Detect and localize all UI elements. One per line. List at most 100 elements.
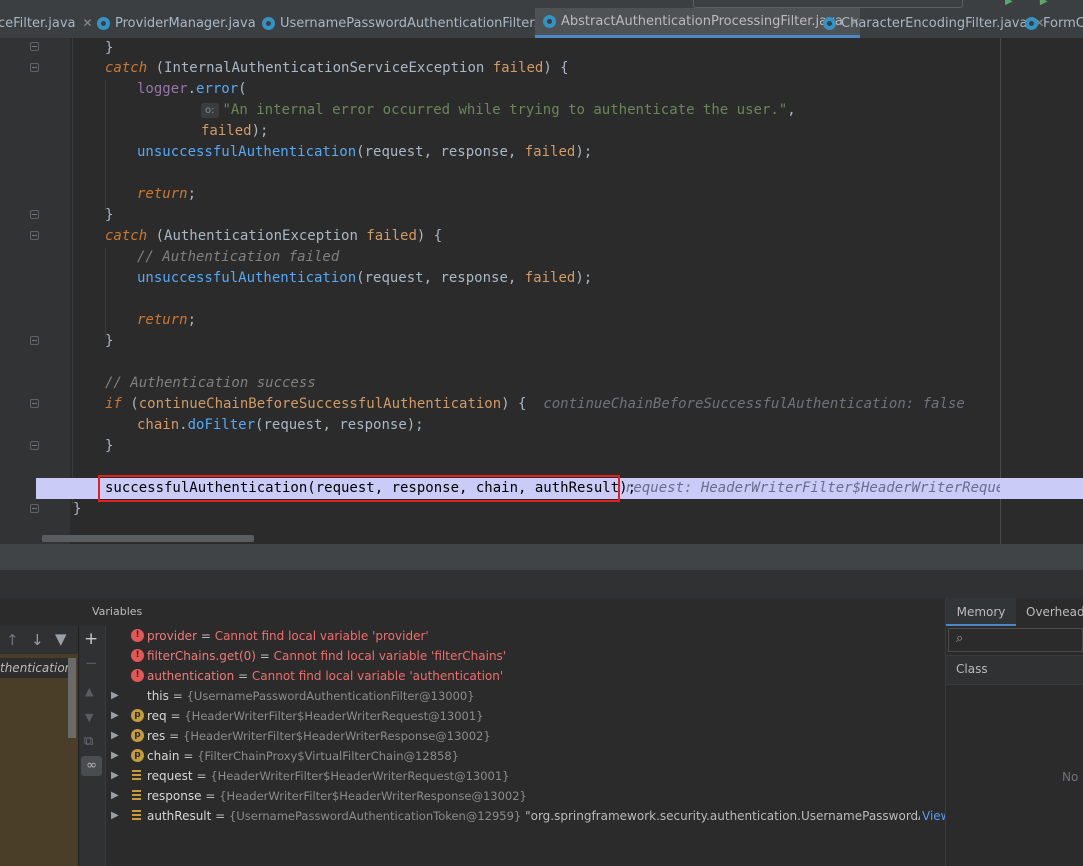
code-line: } [105,205,113,226]
code-token: failed [492,60,544,76]
expand-arrow-icon[interactable]: ▶ [111,726,119,746]
expand-arrow-icon[interactable]: ▶ [111,786,119,806]
code-token: catch [105,228,148,244]
fold-marker[interactable] [30,63,39,72]
code-token: } [73,501,82,517]
class-column-header[interactable]: Class [946,655,1083,685]
code-token: failed [524,270,576,286]
code-line: catch (InternalAuthenticationServiceExce… [105,58,569,79]
fold-marker[interactable] [30,231,39,240]
variables-tree[interactable]: ! provider = Cannot find local variable … [105,626,945,866]
view-link[interactable]: View [920,806,945,826]
fold-marker[interactable] [30,504,39,513]
tab-memory[interactable]: Memory [946,598,1016,626]
parameter-icon: p [131,749,144,762]
code-token: ); [575,270,593,286]
expand-arrow-icon[interactable]: ▶ [111,746,119,766]
code-line: if (continueChainBeforeSuccessfulAuthent… [105,394,965,415]
code-line: // Authentication success [105,373,316,394]
code-token: } [105,207,114,223]
tab-formco[interactable]: FormCo [1025,8,1083,38]
memory-tabs: Memory Overhead [945,598,1083,626]
variable-equals: = [211,809,230,823]
memory-search-input[interactable]: ⌕ [948,628,1083,652]
tab-label: Memory [956,605,1006,619]
code-token: continueChainBeforeSuccessfulAuthenticat… [138,396,502,412]
variable-row[interactable]: ▶ p req = {HeaderWriterFilter$HeaderWrit… [105,706,945,726]
tab-overhead[interactable]: Overhead [1026,598,1083,624]
arrow-up-icon[interactable]: ↑ [6,633,19,648]
fold-marker[interactable] [30,399,39,408]
code-editor[interactable]: } catch (InternalAuthenticationServiceEx… [0,38,1083,544]
variable-name: chain [147,749,180,763]
variable-value: {HeaderWriterFilter$HeaderWriterResponse… [183,729,491,743]
variable-row[interactable]: ▶ request = {HeaderWriterFilter$HeaderWr… [105,766,945,786]
code-token: unsuccessfulAuthentication [137,144,357,160]
close-icon[interactable]: ✕ [83,16,93,30]
code-token: (request, response, [356,270,525,286]
tab-cefilter[interactable]: ceFilter.java ✕ [0,8,93,38]
code-token: if [105,396,122,412]
fold-marker[interactable] [30,42,39,51]
tab-username-password-filter[interactable]: UsernamePasswordAuthenticationFilter.jav… [262,8,582,38]
column-label: Class [956,662,988,676]
expand-arrow-icon[interactable]: ▶ [111,706,119,726]
variable-equals: = [192,769,211,783]
code-token: unsuccessfulAuthentication [137,270,357,286]
code-token: (request, response, [356,144,525,160]
variable-row[interactable]: ▶ this = {UsernamePasswordAuthentication… [105,686,945,706]
parameter-icon: p [131,729,144,742]
glasses-icon[interactable]: ∞ [81,756,102,776]
variable-equals: = [179,749,198,763]
variable-row[interactable]: ! authentication = Cannot find local var… [105,666,945,686]
code-token: failed [366,228,417,244]
code-line: } [105,38,113,59]
arrow-down-icon[interactable]: ↓ [31,633,44,648]
tab-label: AbstractAuthenticationProcessingFilter.j… [561,14,843,29]
variable-row[interactable]: ▶ p res = {HeaderWriterFilter$HeaderWrit… [105,726,945,746]
fold-marker[interactable] [30,210,39,219]
variable-value: {UsernamePasswordAuthenticationToken@129… [229,809,522,823]
variable-value: Cannot find local variable 'provider' [214,629,429,643]
code-token: ; [187,312,197,328]
code-token: chain [137,417,180,433]
run-debug-icons[interactable]: ▶ ▶ ■ [1005,0,1083,8]
frames-header [0,598,78,626]
code-line: o: "An internal error occurred while tryi… [201,100,796,121]
tab-character-encoding-filter[interactable]: CharacterEncodingFilter.java ✕ [823,8,1045,38]
tab-label: CharacterEncodingFilter.java [841,15,1028,31]
move-up-icon[interactable]: ▲ [85,684,93,699]
variable-equals: = [197,629,215,643]
code-token: ) { [501,396,527,412]
variable-name: req [147,709,167,723]
variable-row[interactable]: ▶ p chain = {FilterChainProxy$VirtualFil… [105,746,945,766]
variable-row[interactable]: ! provider = Cannot find local variable … [105,626,945,646]
tab-provider-manager[interactable]: ProviderManager.java✕ [97,8,273,38]
tab-abstract-auth-filter[interactable]: AbstractAuthenticationProcessingFilter.j… [535,8,860,38]
frame-selected[interactable]: thentication) [0,658,70,678]
editor-gutter[interactable] [0,38,70,544]
variable-row[interactable]: ▶ response = {HeaderWriterFilter$HeaderW… [105,786,945,806]
variable-row[interactable]: ! filterChains.get(0) = Cannot find loca… [105,646,945,666]
run-configuration-select[interactable] [693,0,963,8]
expand-arrow-icon[interactable]: ▶ [111,686,119,706]
tab-label: Overhead [1026,605,1083,619]
add-icon[interactable]: + [84,631,98,648]
panel-splitter[interactable] [0,544,1083,569]
filter-icon[interactable]: ▼ [55,632,67,647]
code-token: ( [121,396,139,412]
tab-label: FormCo [1043,15,1083,31]
copy-icon[interactable]: ⧉ [84,734,93,749]
variable-row[interactable]: ▶ authResult = {UsernamePasswordAuthenti… [105,806,945,826]
horizontal-scrollbar[interactable] [42,535,254,542]
expand-arrow-icon[interactable]: ▶ [111,766,119,786]
move-down-icon[interactable]: ▼ [85,710,93,725]
fold-marker[interactable] [30,336,39,345]
code-line: failed); [201,121,268,142]
expand-arrow-icon[interactable]: ▶ [111,806,119,826]
frames-scrollbar[interactable] [68,658,76,738]
remove-icon[interactable]: − [85,656,98,671]
fold-marker[interactable] [30,441,39,450]
frames-toolbar: ↑ ↓ ▼ [0,626,78,654]
search-icon: ⌕ [956,631,964,646]
